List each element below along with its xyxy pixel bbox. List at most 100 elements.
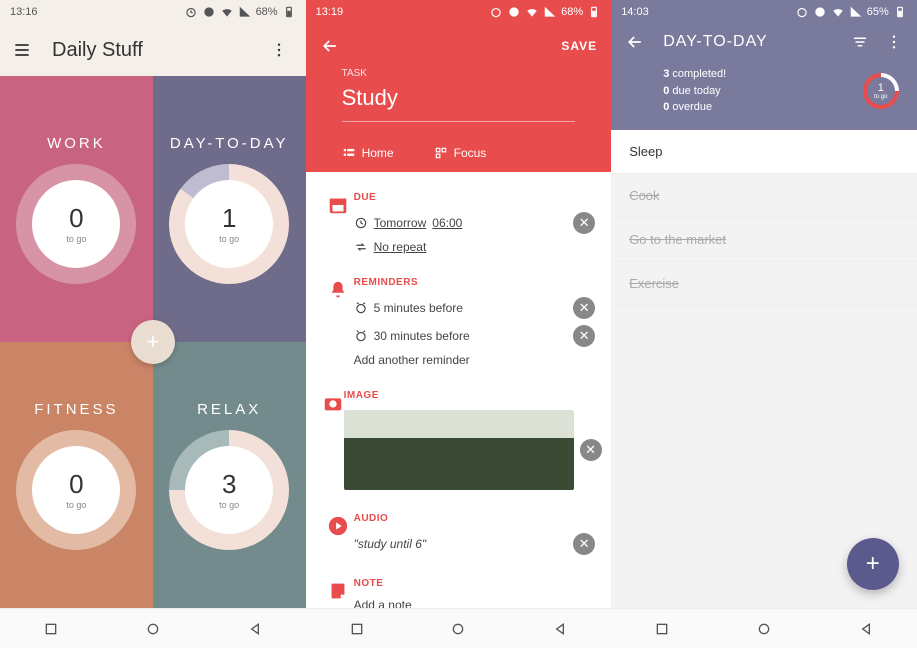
task-edit-screen: 13:19 68% SAVE TASK Study Home bbox=[306, 0, 612, 648]
audio-section: AUDIO "study until 6" ✕ bbox=[306, 503, 612, 568]
more-button[interactable] bbox=[270, 41, 294, 59]
battery-icon bbox=[587, 5, 601, 19]
battery-text: 68% bbox=[561, 6, 583, 18]
battery-icon bbox=[893, 5, 907, 19]
list-item[interactable]: Exercise bbox=[611, 262, 917, 306]
circle-icon bbox=[450, 621, 466, 637]
add-task-button[interactable]: + bbox=[847, 538, 899, 590]
menu-button[interactable] bbox=[12, 40, 36, 60]
alarm-icon bbox=[489, 5, 503, 19]
nav-back[interactable] bbox=[339, 611, 375, 647]
task-image[interactable] bbox=[344, 410, 574, 490]
note-row[interactable]: Add a note bbox=[354, 595, 596, 608]
battery-icon bbox=[282, 5, 296, 19]
grid-icon bbox=[434, 146, 448, 160]
tile-work[interactable]: WORK 0to go bbox=[0, 76, 153, 342]
note-section: NOTE Add a note bbox=[306, 568, 612, 608]
navbar bbox=[306, 608, 612, 648]
tile-fitness[interactable]: FITNESS 0to go bbox=[0, 342, 153, 608]
nav-recent[interactable] bbox=[237, 611, 273, 647]
page-title: Daily Stuff bbox=[36, 39, 270, 62]
list-item[interactable]: Sleep bbox=[611, 130, 917, 174]
add-button[interactable]: + bbox=[131, 320, 175, 364]
nav-recent[interactable] bbox=[542, 611, 578, 647]
reminder-text: 30 minutes before bbox=[374, 329, 470, 343]
arrow-left-icon bbox=[320, 36, 340, 56]
due-date-row[interactable]: Tomorrow 06:00 ✕ bbox=[354, 209, 596, 237]
due-section: DUE Tomorrow 06:00 ✕ No repeat bbox=[306, 182, 612, 267]
list-item[interactable]: Go to the market bbox=[611, 218, 917, 262]
clock-icon bbox=[354, 216, 368, 230]
nav-recent[interactable] bbox=[848, 611, 884, 647]
task-body: DUE Tomorrow 06:00 ✕ No repeat REMINDERS bbox=[306, 172, 612, 608]
nav-back[interactable] bbox=[644, 611, 680, 647]
tab-focus[interactable]: Focus bbox=[434, 146, 487, 160]
completed-label: completed! bbox=[669, 68, 726, 80]
clear-due-button[interactable]: ✕ bbox=[573, 212, 595, 234]
status-bar: 14:03 65% bbox=[611, 0, 917, 24]
nav-home[interactable] bbox=[440, 611, 476, 647]
play-icon bbox=[322, 513, 354, 558]
camera-icon bbox=[322, 390, 344, 493]
reminder-row[interactable]: 5 minutes before ✕ bbox=[354, 294, 596, 322]
task-header: 13:19 68% SAVE TASK Study Home bbox=[306, 0, 612, 172]
dnd-icon bbox=[507, 5, 521, 19]
section-title: NOTE bbox=[354, 578, 596, 589]
section-title: DUE bbox=[354, 192, 596, 203]
nav-home[interactable] bbox=[135, 611, 171, 647]
note-icon bbox=[322, 578, 354, 608]
remove-reminder-button[interactable]: ✕ bbox=[573, 297, 595, 319]
remove-image-button[interactable]: ✕ bbox=[580, 439, 602, 461]
togo-label: to go bbox=[66, 500, 86, 510]
save-button[interactable]: SAVE bbox=[561, 39, 597, 53]
back-button[interactable] bbox=[625, 32, 649, 52]
audio-text: "study until 6" bbox=[354, 537, 427, 551]
status-time: 14:03 bbox=[621, 6, 795, 18]
section-title: REMINDERS bbox=[354, 277, 596, 288]
remove-reminder-button[interactable]: ✕ bbox=[573, 325, 595, 347]
tab-home[interactable]: Home bbox=[342, 146, 394, 160]
due-label: due today bbox=[669, 85, 720, 97]
battery-text: 65% bbox=[867, 6, 889, 18]
nav-home[interactable] bbox=[746, 611, 782, 647]
tile-title: WORK bbox=[47, 135, 106, 152]
count: 0 bbox=[69, 203, 83, 234]
circle-icon bbox=[756, 621, 772, 637]
square-icon bbox=[43, 621, 59, 637]
tile-day-to-day[interactable]: DAY-TO-DAY 1to go bbox=[153, 76, 306, 342]
battery-text: 68% bbox=[256, 6, 278, 18]
list-icon bbox=[342, 146, 356, 160]
menu-icon bbox=[12, 40, 32, 60]
wifi-icon bbox=[220, 5, 234, 19]
section-title: AUDIO bbox=[354, 513, 596, 524]
repeat-row[interactable]: No repeat bbox=[354, 237, 596, 257]
signal-icon bbox=[238, 5, 252, 19]
back-button[interactable] bbox=[320, 36, 344, 56]
sort-button[interactable] bbox=[851, 33, 869, 51]
nav-back[interactable] bbox=[33, 611, 69, 647]
signal-icon bbox=[543, 5, 557, 19]
tile-relax[interactable]: RELAX 3to go bbox=[153, 342, 306, 608]
calendar-icon bbox=[322, 192, 354, 257]
ring-count: 1 bbox=[878, 82, 884, 94]
add-reminder-row[interactable]: Add another reminder bbox=[354, 350, 596, 370]
audio-row[interactable]: "study until 6" ✕ bbox=[354, 530, 596, 558]
remove-audio-button[interactable]: ✕ bbox=[573, 533, 595, 555]
progress-ring: 1to go bbox=[169, 164, 289, 284]
reminder-row[interactable]: 30 minutes before ✕ bbox=[354, 322, 596, 350]
stats-row: 3 completed! 0 due today 0 overdue 1to g… bbox=[611, 60, 917, 130]
count: 3 bbox=[222, 469, 236, 500]
square-icon bbox=[349, 621, 365, 637]
tile-title: DAY-TO-DAY bbox=[170, 135, 289, 152]
list-item[interactable]: Cook bbox=[611, 174, 917, 218]
bell-icon bbox=[322, 277, 354, 370]
navbar bbox=[611, 608, 917, 648]
more-vert-icon bbox=[885, 33, 903, 51]
task-name-input[interactable]: Study bbox=[342, 79, 576, 122]
count: 0 bbox=[69, 469, 83, 500]
appbar: Daily Stuff bbox=[0, 24, 306, 76]
progress-ring: 0to go bbox=[16, 430, 136, 550]
togo-label: to go bbox=[219, 500, 239, 510]
dnd-icon bbox=[202, 5, 216, 19]
more-button[interactable] bbox=[885, 33, 903, 51]
